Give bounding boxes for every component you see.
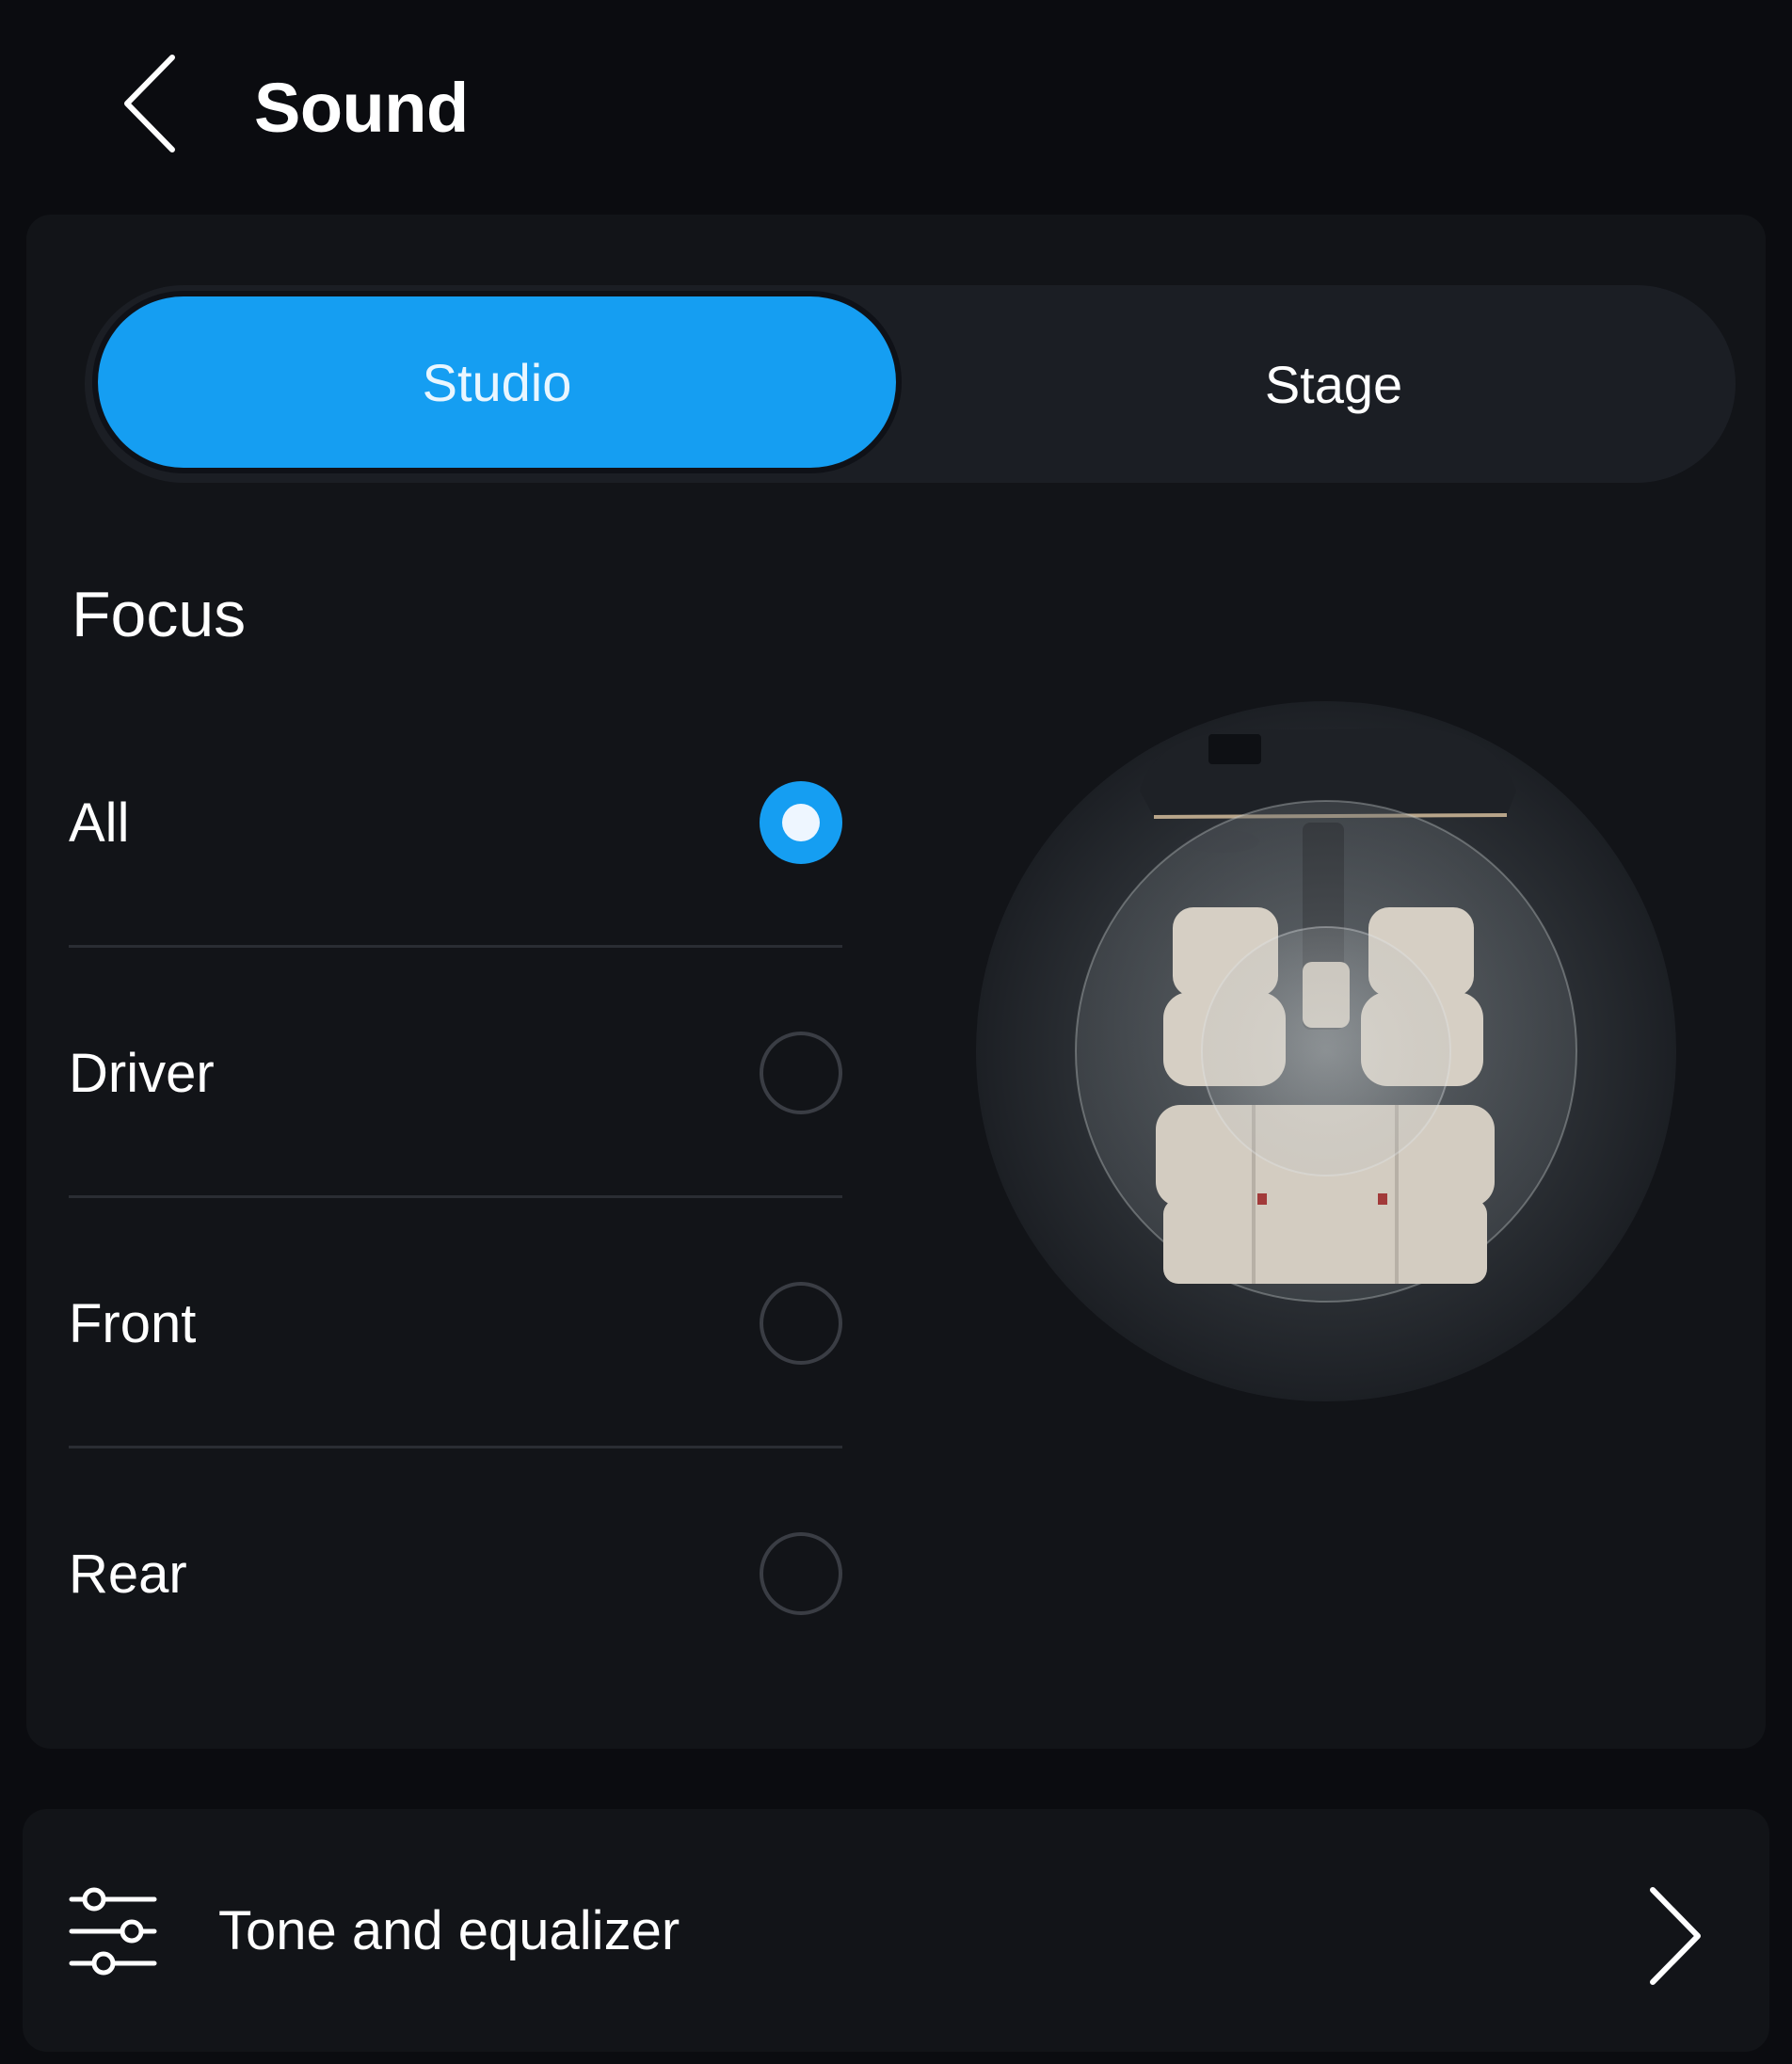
mode-selector: Studio Stage [85,285,1736,483]
tab-studio[interactable]: Studio [98,296,896,468]
tone-equalizer-label: Tone and equalizer [218,1899,680,1961]
page-title: Sound [254,69,469,147]
chevron-left-icon [124,55,175,152]
focus-option-front[interactable]: Front [69,1214,842,1464]
focus-option-rear[interactable]: Rear [69,1464,842,1715]
divider [69,945,842,948]
focus-option-label: All [69,792,130,854]
car-cabin-illustration [976,701,1676,1401]
radio-rear[interactable] [760,1532,842,1615]
sound-settings-page: Sound Studio Stage Focus All Driver Fron… [0,0,1792,2064]
focus-heading: Focus [72,579,247,650]
divider [69,1195,842,1198]
divider [69,1446,842,1448]
radio-all[interactable] [760,781,842,864]
sound-panel: Studio Stage Focus All Driver Front Rear [26,215,1766,1749]
tab-stage[interactable]: Stage [932,285,1736,483]
focus-option-label: Driver [69,1042,215,1104]
focus-options: All Driver Front Rear [69,713,842,1715]
focus-option-label: Rear [69,1543,187,1605]
header: Sound [0,0,1792,207]
focus-option-all[interactable]: All [69,713,842,964]
back-button[interactable] [99,47,202,160]
radio-front[interactable] [760,1282,842,1365]
radio-driver[interactable] [760,1032,842,1114]
sliders-icon [69,1887,157,1976]
focus-option-driver[interactable]: Driver [69,964,842,1214]
chevron-right-icon [1650,1887,1701,1985]
focus-option-label: Front [69,1292,197,1354]
tone-equalizer-row[interactable]: Tone and equalizer [23,1809,1769,2052]
